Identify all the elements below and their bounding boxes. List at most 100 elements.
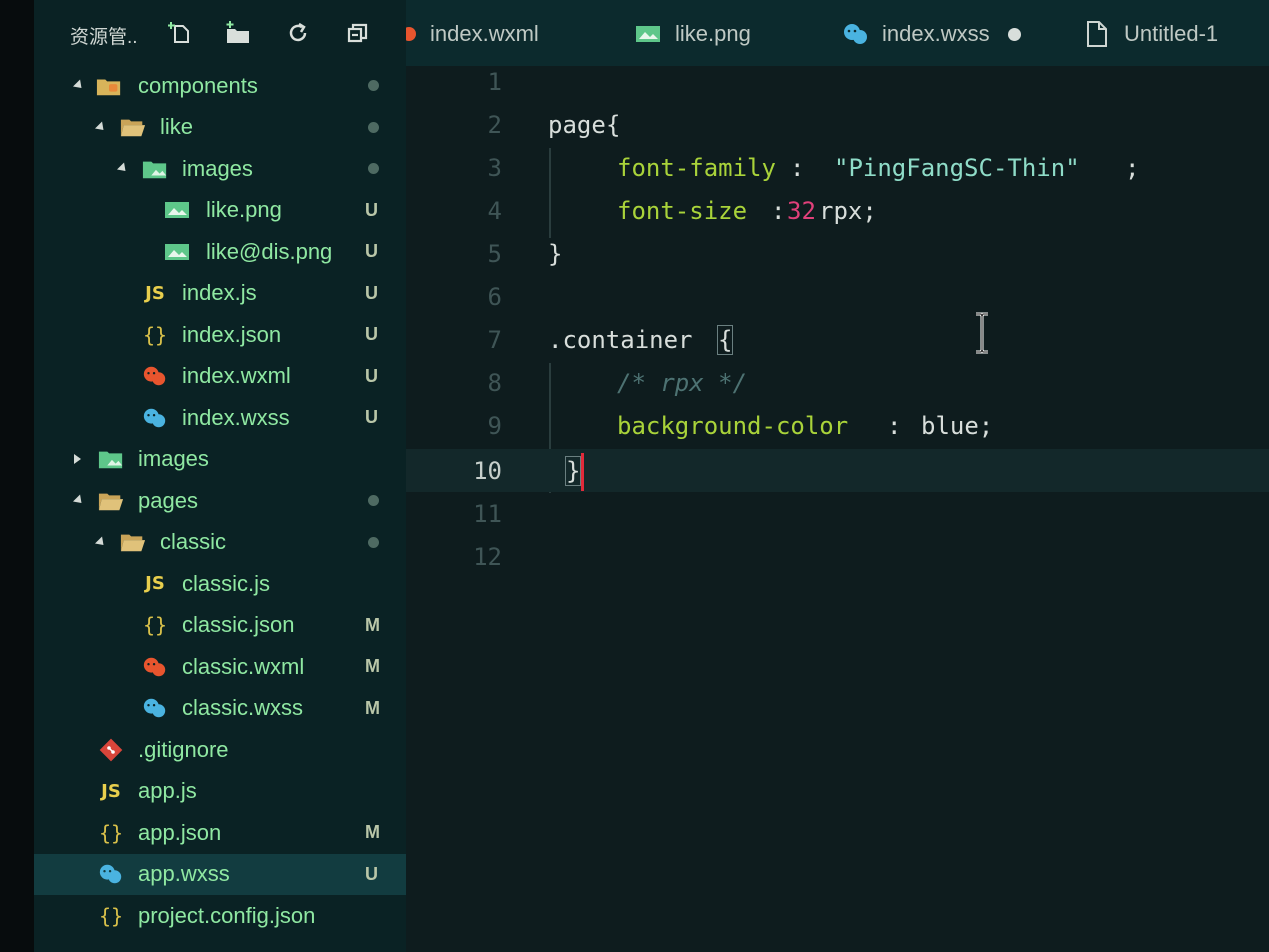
line-number: 7 <box>487 326 502 354</box>
tree-item-label: like.png <box>206 197 282 223</box>
code-line: 4 font-size : 32 rpx; <box>406 189 1269 232</box>
tab-index-wxss[interactable]: index.wxss <box>842 18 1021 50</box>
new-file-icon[interactable] <box>168 20 194 46</box>
line-number: 9 <box>487 412 502 440</box>
status-dot <box>368 80 379 92</box>
tree-item-label: like <box>160 114 194 140</box>
chevron-right-icon[interactable] <box>74 454 81 465</box>
code-semicolon: ; <box>1125 154 1140 182</box>
tree-item-label: pages <box>138 487 198 513</box>
line-number: 6 <box>487 283 502 311</box>
json-file-icon: {} <box>142 613 168 638</box>
git-status-badge: U <box>365 282 378 303</box>
folder-open-icon <box>120 116 146 138</box>
tree-item-label: images <box>182 155 253 181</box>
tab-like-png[interactable]: like.png <box>635 18 751 50</box>
git-status-badge: M <box>365 614 380 635</box>
tree-item-app-wxss[interactable]: app.wxss U <box>34 853 406 895</box>
explorer-title: 资源管.. <box>70 27 138 48</box>
unsaved-dot-icon[interactable] <box>1007 27 1021 41</box>
code-line: 3 font-family : "PingFangSC-Thin" ; <box>406 146 1269 189</box>
code-number: 32 <box>787 197 816 225</box>
tree-item-app-json[interactable]: {} app.json M <box>34 812 406 854</box>
wxss-file-icon <box>142 697 168 719</box>
tree-item-classic-json[interactable]: {} classic.json M <box>34 605 406 647</box>
tree-item-index-wxml[interactable]: index.wxml U <box>34 356 406 398</box>
tree-item-images-root[interactable]: images <box>34 439 406 481</box>
tree-item-like-dis-png[interactable]: like@dis.png U <box>34 231 406 273</box>
tree-item-label: app.json <box>138 819 222 845</box>
chevron-down-icon[interactable] <box>116 162 130 175</box>
git-status-badge: M <box>365 656 380 677</box>
js-file-icon: JS <box>145 282 165 304</box>
tree-item-label: index.js <box>182 280 257 306</box>
code-line: 12 <box>406 535 1269 578</box>
tree-item-label: classic.js <box>182 570 271 596</box>
chevron-down-icon[interactable] <box>94 536 108 549</box>
git-file-icon <box>98 738 124 762</box>
editor-tab-bar: index.wxml like.png index.wxss Untitled-… <box>406 0 1269 66</box>
line-number: 12 <box>473 543 502 571</box>
chevron-down-icon[interactable] <box>72 494 86 507</box>
tree-item-classic-wxss[interactable]: classic.wxss M <box>34 688 406 730</box>
tree-item-app-js[interactable]: JS app.js <box>34 771 406 813</box>
tab-label: index.wxml <box>430 21 539 46</box>
tab-label: like.png <box>675 21 751 46</box>
tree-item-label: index.wxss <box>182 404 290 430</box>
image-file-icon <box>164 241 190 263</box>
tree-item-classic-wxml[interactable]: classic.wxml M <box>34 646 406 688</box>
file-tree: components like images like.png U like@d… <box>34 65 406 937</box>
code-unit: rpx; <box>819 197 877 225</box>
tree-item-components[interactable]: components <box>34 65 406 107</box>
code-brace: { <box>606 111 621 139</box>
tree-item-label: like@dis.png <box>206 238 333 264</box>
code-value: blue; <box>921 412 994 440</box>
collapse-all-icon[interactable] <box>345 20 371 46</box>
activity-bar <box>0 0 34 952</box>
folder-images-icon <box>142 158 168 180</box>
tree-item-project-config-json[interactable]: {} project.config.json <box>34 895 406 937</box>
code-editor[interactable]: 1 2 page { 3 font-family : "PingFangSC-T… <box>406 66 1269 952</box>
code-comment: /* rpx */ <box>617 369 748 397</box>
status-dot <box>368 121 379 133</box>
status-dot <box>368 163 379 175</box>
tab-untitled-1[interactable]: Untitled-1 <box>1086 18 1218 50</box>
tree-item-classic-js[interactable]: JS classic.js <box>34 563 406 605</box>
tree-item-like-png[interactable]: like.png U <box>34 190 406 232</box>
tree-item-label: components <box>138 72 258 98</box>
line-number: 8 <box>487 369 502 397</box>
tree-item-index-js[interactable]: JS index.js U <box>34 273 406 315</box>
code-line: 7 .container { <box>406 318 1269 361</box>
tree-item-like[interactable]: like <box>34 107 406 149</box>
code-line: 5 } <box>406 232 1269 275</box>
json-file-icon: {} <box>142 322 168 347</box>
tree-item-index-json[interactable]: {} index.json U <box>34 314 406 356</box>
git-status-badge: U <box>365 365 378 386</box>
tree-item-label: classic <box>160 529 227 555</box>
new-folder-icon[interactable] <box>225 20 251 46</box>
tree-item-gitignore[interactable]: .gitignore <box>34 729 406 771</box>
tree-item-images[interactable]: images <box>34 148 406 190</box>
code-brace: } <box>548 240 563 268</box>
tree-item-index-wxss[interactable]: index.wxss U <box>34 397 406 439</box>
tab-index-wxml[interactable]: index.wxml <box>406 18 539 50</box>
tree-item-label: images <box>138 446 209 472</box>
git-status-badge: U <box>365 199 378 220</box>
line-number: 5 <box>487 240 502 268</box>
status-dot <box>368 495 379 507</box>
tree-item-pages[interactable]: pages <box>34 480 406 522</box>
chevron-down-icon[interactable] <box>94 121 108 134</box>
status-dot <box>368 536 379 548</box>
tree-item-label: classic.json <box>182 612 295 638</box>
tree-item-label: classic.wxss <box>182 695 304 721</box>
js-file-icon: JS <box>101 780 121 802</box>
wxml-file-icon <box>142 656 168 678</box>
tree-item-classic[interactable]: classic <box>34 522 406 564</box>
document-icon <box>1087 21 1107 47</box>
refresh-icon[interactable] <box>285 20 311 46</box>
code-line: 2 page { <box>406 103 1269 146</box>
chevron-down-icon[interactable] <box>72 79 86 92</box>
image-file-icon <box>636 26 660 42</box>
folder-open-icon <box>98 490 124 512</box>
tab-label: index.wxss <box>882 21 990 46</box>
